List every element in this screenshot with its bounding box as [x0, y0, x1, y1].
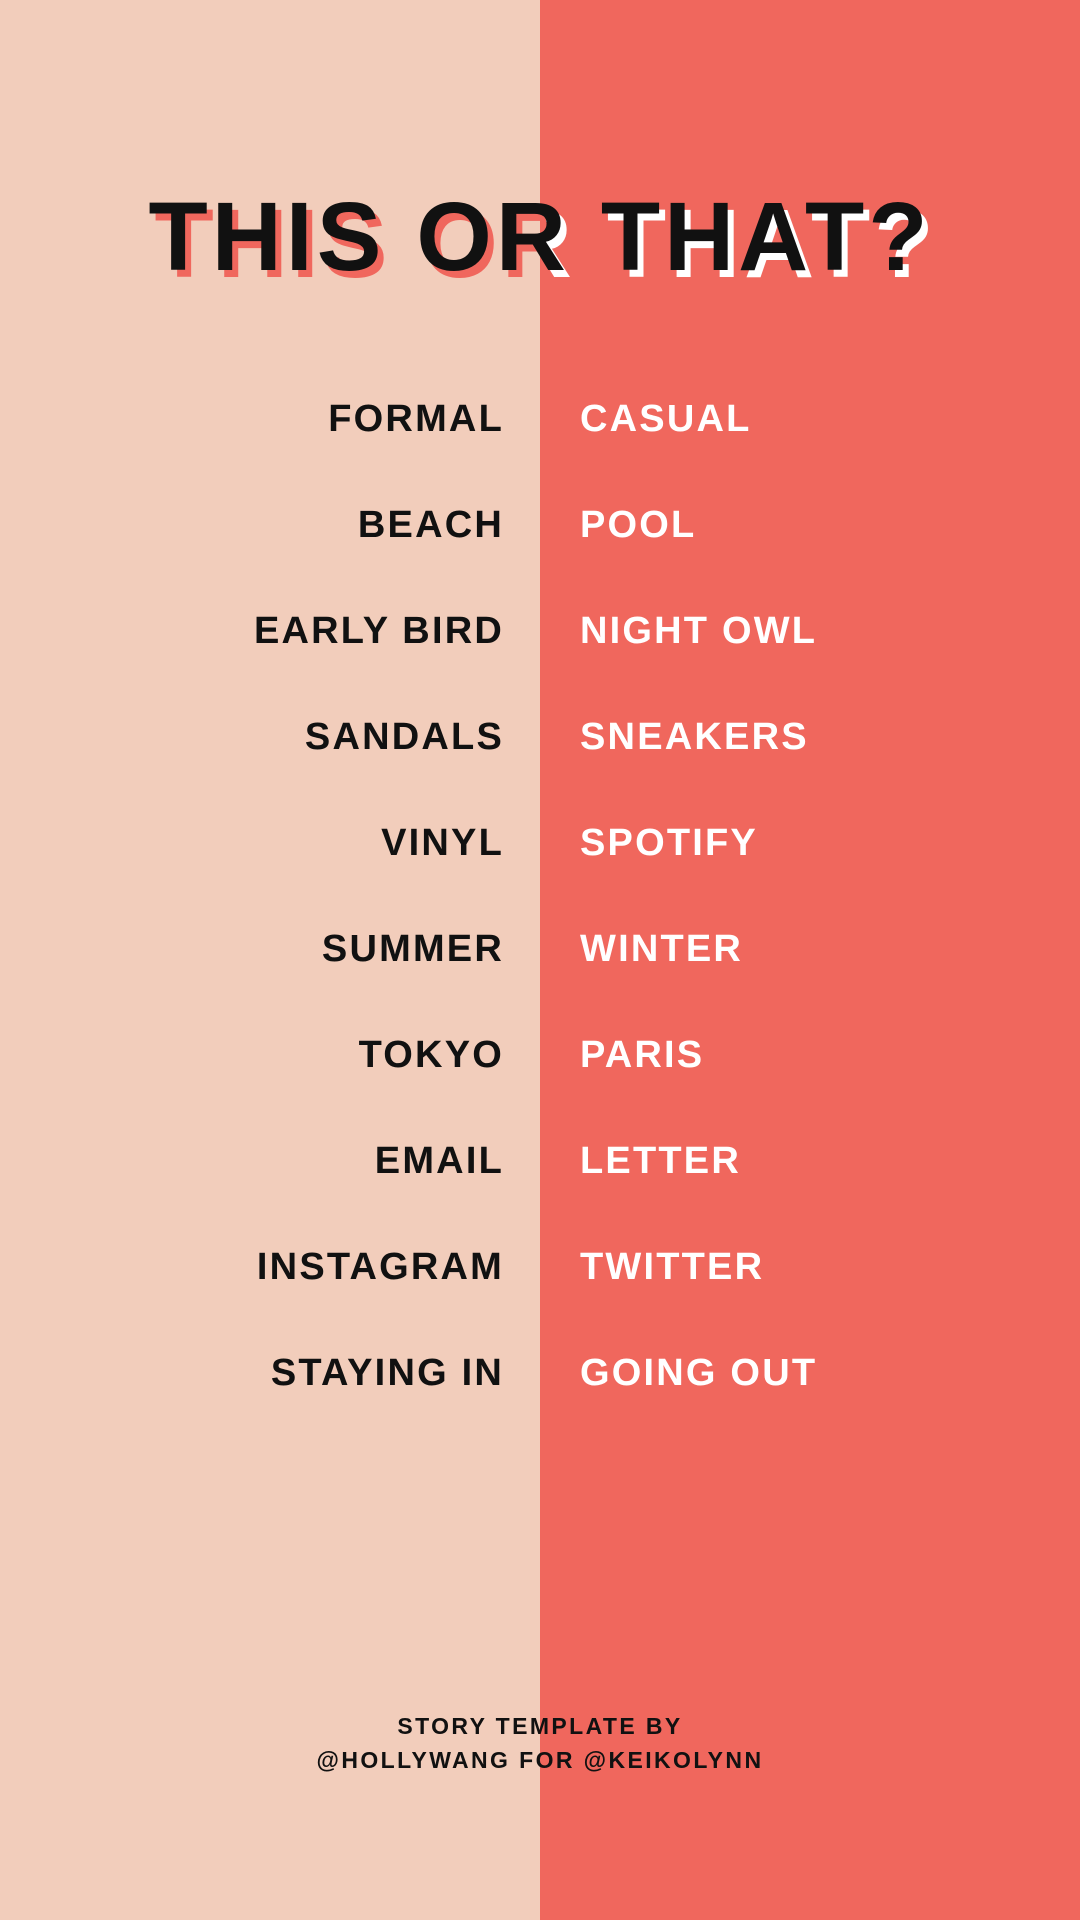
choice-option-left[interactable]: INSTAGRAM [0, 1248, 504, 1286]
choice-option-right[interactable]: PARIS [580, 1036, 1080, 1074]
page-title: THIS OR THAT? THIS OR THAT? THIS OR THAT… [0, 176, 1080, 296]
choice-option-left[interactable]: EARLY BIRD [0, 612, 504, 650]
story-canvas: THIS OR THAT? THIS OR THAT? THIS OR THAT… [0, 0, 1080, 1920]
choice-option-right[interactable]: TWITTER [580, 1248, 1080, 1286]
choice-row: INSTAGRAM TWITTER [0, 1248, 1080, 1354]
choice-option-left[interactable]: VINYL [0, 824, 504, 862]
footer-line-1: STORY TEMPLATE BY [397, 1713, 683, 1739]
choice-option-right[interactable]: POOL [580, 506, 1080, 544]
choice-row: STAYING IN GOING OUT [0, 1354, 1080, 1460]
choice-row: VINYL SPOTIFY [0, 824, 1080, 930]
choice-option-right[interactable]: CASUAL [580, 400, 1080, 438]
title-text: THIS OR THAT? [148, 181, 932, 291]
choice-option-left[interactable]: STAYING IN [0, 1354, 504, 1392]
choice-row: TOKYO PARIS [0, 1036, 1080, 1142]
footer-credit: STORY TEMPLATE BY @HOLLYWANG FOR @KEIKOL… [0, 1709, 1080, 1777]
choice-row: EARLY BIRD NIGHT OWL [0, 612, 1080, 718]
footer-line-2: @HOLLYWANG FOR @KEIKOLYNN [316, 1747, 764, 1773]
choice-row: FORMAL CASUAL [0, 400, 1080, 506]
choice-option-left[interactable]: TOKYO [0, 1036, 504, 1074]
choice-option-left[interactable]: BEACH [0, 506, 504, 544]
choice-option-right[interactable]: NIGHT OWL [580, 612, 1080, 650]
choice-row: SUMMER WINTER [0, 930, 1080, 1036]
choice-option-right[interactable]: SPOTIFY [580, 824, 1080, 862]
choice-row: SANDALS SNEAKERS [0, 718, 1080, 824]
choice-option-right[interactable]: GOING OUT [580, 1354, 1080, 1392]
choice-option-left[interactable]: EMAIL [0, 1142, 504, 1180]
choice-list: FORMAL CASUAL BEACH POOL EARLY BIRD NIGH… [0, 400, 1080, 1460]
choice-option-right[interactable]: WINTER [580, 930, 1080, 968]
choice-row: BEACH POOL [0, 506, 1080, 612]
choice-option-right[interactable]: LETTER [580, 1142, 1080, 1180]
choice-option-left[interactable]: SUMMER [0, 930, 504, 968]
choice-option-left[interactable]: SANDALS [0, 718, 504, 756]
choice-row: EMAIL LETTER [0, 1142, 1080, 1248]
choice-option-left[interactable]: FORMAL [0, 400, 504, 438]
choice-option-right[interactable]: SNEAKERS [580, 718, 1080, 756]
